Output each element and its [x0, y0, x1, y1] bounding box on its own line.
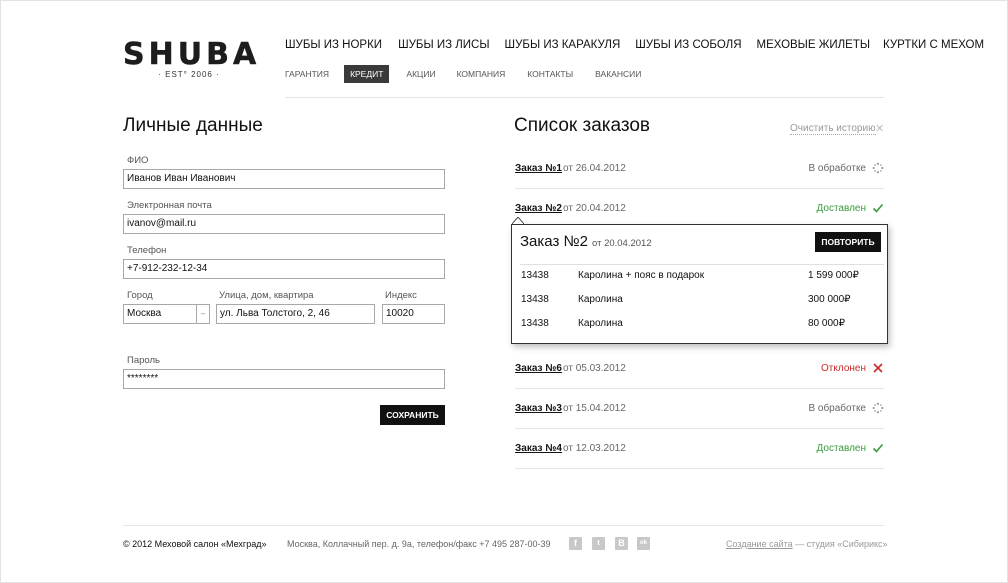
odnoklassniki-icon[interactable]: ok — [637, 537, 650, 550]
check-icon — [872, 443, 884, 453]
save-button[interactable]: СОХРАНИТЬ — [380, 405, 445, 425]
order-link[interactable]: Заказ №4 — [515, 443, 562, 454]
order-status: В обработке — [808, 163, 866, 174]
fio-label: ФИО — [127, 155, 149, 166]
footer-credit: Создание сайта — студия «Сибирикс» — [726, 539, 888, 549]
spinner-icon — [872, 402, 884, 414]
order-date: от 20.04.2012 — [563, 203, 626, 214]
header-divider — [285, 97, 884, 98]
subnav-guarantee[interactable]: ГАРАНТИЯ — [285, 69, 329, 79]
city-label: Город — [127, 290, 153, 301]
check-icon — [872, 203, 884, 213]
order-status: Доставлен — [816, 443, 866, 454]
item-price: 80 000₽ — [808, 318, 845, 329]
main-nav: ШУБЫ ИЗ НОРКИ ШУБЫ ИЗ ЛИСЫ ШУБЫ ИЗ КАРАК… — [285, 39, 984, 51]
order-item-row: 13438 Каролина 80 000₽ — [512, 318, 889, 332]
order-status: Доставлен — [816, 203, 866, 214]
facebook-icon[interactable]: f — [569, 537, 582, 550]
order-link[interactable]: Заказ №2 — [515, 203, 562, 214]
order-row[interactable]: Заказ №2 от 20.04.2012 Доставлен — [515, 189, 884, 229]
item-id: 13438 — [521, 318, 549, 329]
repeat-order-button[interactable]: ПОВТОРИТЬ — [815, 232, 881, 252]
order-status: В обработке — [808, 403, 866, 414]
nav-item-vests[interactable]: МЕХОВЫЕ ЖИЛЕТЫ — [757, 39, 871, 51]
order-date: от 05.03.2012 — [563, 363, 626, 374]
email-field[interactable]: ivanov@mail.ru — [123, 214, 445, 234]
site-credit-link[interactable]: Создание сайта — [726, 539, 793, 549]
order-row[interactable]: Заказ №4 от 12.03.2012 Доставлен — [515, 429, 884, 469]
studio-credit: — студия «Сибирикс» — [795, 539, 888, 549]
order-date: от 15.04.2012 — [563, 403, 626, 414]
subnav-company[interactable]: КОМПАНИЯ — [457, 69, 506, 79]
order-details-popup: Заказ №2 от 20.04.2012 ПОВТОРИТЬ 13438 К… — [511, 224, 888, 344]
item-name: Каролина + пояс в подарок — [578, 270, 705, 281]
logo-text: SHUBA — [123, 37, 261, 72]
order-item-row: 13438 Каролина + пояс в подарок 1 599 00… — [512, 270, 889, 284]
phone-label: Телефон — [127, 245, 167, 256]
popup-divider — [520, 264, 884, 265]
spinner-icon — [872, 162, 884, 174]
item-id: 13438 — [521, 294, 549, 305]
index-label: Индекс — [385, 290, 417, 301]
password-field[interactable]: ******** — [123, 369, 445, 389]
order-row[interactable]: Заказ №6 от 05.03.2012 Отклонен — [515, 349, 884, 389]
order-item-row: 13438 Каролина 300 000₽ — [512, 294, 889, 308]
sub-nav: ГАРАНТИЯ КРЕДИТ АКЦИИ КОМПАНИЯ КОНТАКТЫ … — [285, 65, 641, 83]
subnav-promotions[interactable]: АКЦИИ — [406, 69, 435, 79]
nav-item-jackets[interactable]: КУРТКИ С МЕХОМ — [883, 39, 984, 51]
order-link[interactable]: Заказ №6 — [515, 363, 562, 374]
city-select[interactable]: Москва – — [123, 304, 210, 324]
personal-title: Личные данные — [123, 115, 263, 136]
footer-divider — [123, 525, 884, 526]
item-name: Каролина — [578, 294, 623, 305]
index-field[interactable]: 10020 — [382, 304, 445, 324]
subnav-vacancies[interactable]: ВАКАНСИИ — [595, 69, 641, 79]
vkontakte-icon[interactable]: B — [615, 537, 628, 550]
subnav-credit[interactable]: КРЕДИТ — [344, 65, 390, 83]
footer-copyright: © 2012 Меховой салон «Мехград» — [123, 539, 267, 549]
street-label: Улица, дом, квартира — [219, 290, 314, 301]
city-value: Москва — [127, 308, 162, 319]
order-link[interactable]: Заказ №3 — [515, 403, 562, 414]
street-field[interactable]: ул. Льва Толстого, 2, 46 — [216, 304, 375, 324]
nav-item-mink[interactable]: ШУБЫ ИЗ НОРКИ — [285, 39, 382, 51]
close-icon[interactable]: ✕ — [875, 122, 884, 135]
clear-history-link[interactable]: Очистить историю — [790, 123, 876, 135]
cross-icon[interactable] — [872, 362, 884, 374]
item-name: Каролина — [578, 318, 623, 329]
item-id: 13438 — [521, 270, 549, 281]
popup-date: от 20.04.2012 — [592, 238, 652, 249]
nav-item-karakul[interactable]: ШУБЫ ИЗ КАРАКУЛЯ — [505, 39, 621, 51]
order-status: Отклонен — [821, 363, 866, 374]
logo[interactable]: SHUBA · EST° 2006 · — [123, 37, 261, 79]
nav-item-fox[interactable]: ШУБЫ ИЗ ЛИСЫ — [398, 39, 489, 51]
order-date: от 26.04.2012 — [563, 163, 626, 174]
order-row[interactable]: Заказ №1 от 26.04.2012 В обработке — [515, 149, 884, 189]
popup-title: Заказ №2 — [520, 233, 588, 250]
nav-item-sable[interactable]: ШУБЫ ИЗ СОБОЛЯ — [635, 39, 741, 51]
orders-title: Список заказов — [514, 115, 651, 136]
order-link[interactable]: Заказ №1 — [515, 163, 562, 174]
password-label: Пароль — [127, 355, 160, 366]
fio-field[interactable]: Иванов Иван Иванович — [123, 169, 445, 189]
twitter-icon[interactable]: t — [592, 537, 605, 550]
item-price: 300 000₽ — [808, 294, 851, 305]
subnav-contacts[interactable]: КОНТАКТЫ — [527, 69, 573, 79]
popup-pointer — [512, 217, 524, 224]
order-date: от 12.03.2012 — [563, 443, 626, 454]
order-row[interactable]: Заказ №3 от 15.04.2012 В обработке — [515, 389, 884, 429]
item-price: 1 599 000₽ — [808, 270, 859, 281]
email-label: Электронная почта — [127, 200, 212, 211]
footer-address: Москва, Коллачный пер. д. 9а, телефон/фа… — [287, 539, 551, 549]
chevron-down-icon[interactable]: – — [196, 305, 209, 323]
phone-field[interactable]: +7-912-232-12-34 — [123, 259, 445, 279]
